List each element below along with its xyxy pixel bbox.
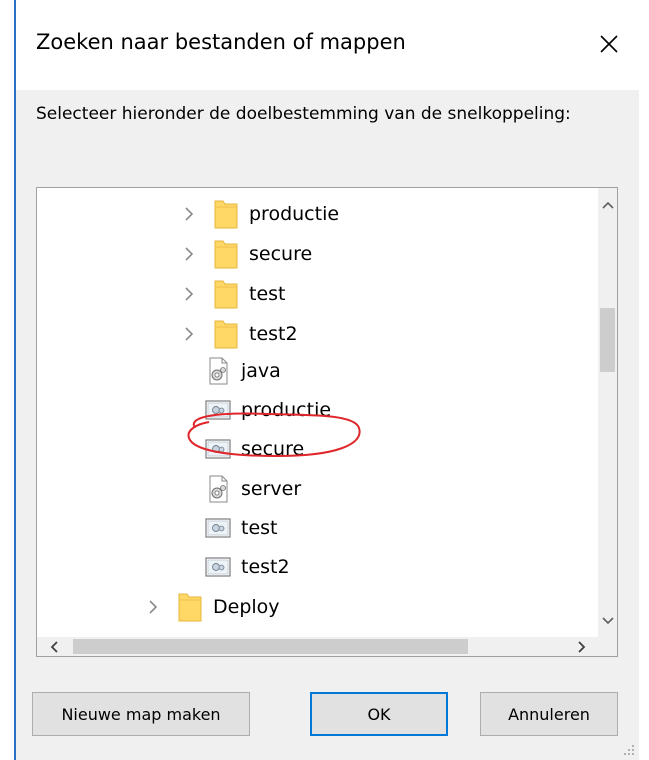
tree-item-label: test2 bbox=[241, 556, 290, 578]
close-button[interactable] bbox=[579, 14, 639, 74]
config-file-icon bbox=[205, 439, 231, 459]
chevron-right-icon bbox=[578, 640, 586, 653]
tree-item[interactable]: secure bbox=[37, 429, 599, 469]
new-folder-button[interactable]: Nieuwe map maken bbox=[32, 692, 250, 736]
chevron-right-icon bbox=[185, 327, 194, 341]
config-file-icon bbox=[205, 557, 231, 577]
tree-item-icon bbox=[203, 550, 233, 584]
tree-item[interactable]: test bbox=[37, 274, 599, 314]
instruction-text: Selecteer hieronder de doelbestemming va… bbox=[36, 104, 571, 124]
vertical-scroll-thumb[interactable] bbox=[600, 308, 615, 372]
expand-toggle[interactable] bbox=[177, 202, 201, 226]
tree-item-label: server bbox=[241, 478, 302, 500]
tree-item[interactable]: secure bbox=[37, 234, 599, 274]
tree-item-label: java bbox=[241, 360, 281, 382]
chevron-right-icon bbox=[149, 600, 158, 614]
chevron-up-icon bbox=[601, 201, 614, 209]
folder-icon bbox=[214, 320, 238, 349]
cancel-button[interactable]: Annuleren bbox=[480, 692, 618, 736]
tree-item-icon bbox=[175, 590, 205, 624]
settings-file-icon bbox=[209, 475, 228, 503]
expand-toggle[interactable] bbox=[141, 595, 165, 619]
vertical-scrollbar[interactable] bbox=[598, 188, 617, 638]
folder-icon bbox=[214, 200, 238, 229]
title-bar: Zoeken naar bestanden of mappen bbox=[16, 0, 639, 90]
horizontal-scrollbar[interactable] bbox=[37, 637, 599, 656]
tree-item-label: test bbox=[241, 517, 278, 539]
scroll-down-button[interactable] bbox=[598, 604, 617, 638]
tree-item[interactable]: server bbox=[37, 469, 599, 509]
ok-button[interactable]: OK bbox=[310, 692, 448, 736]
close-icon bbox=[600, 35, 618, 53]
tree-item-icon bbox=[203, 472, 233, 506]
chevron-right-icon bbox=[185, 247, 194, 261]
tree-item-icon bbox=[203, 511, 233, 545]
tree-item[interactable]: test bbox=[37, 508, 599, 548]
tree-item-icon bbox=[203, 432, 233, 466]
tree-item-label: Deploy bbox=[213, 596, 280, 618]
expand-toggle[interactable] bbox=[177, 322, 201, 346]
tree-item-icon bbox=[211, 317, 241, 351]
scroll-up-button[interactable] bbox=[598, 188, 617, 222]
config-file-icon bbox=[205, 400, 231, 420]
tree-item-icon bbox=[211, 277, 241, 311]
chevron-left-icon bbox=[50, 640, 58, 653]
tree-item[interactable]: test2 bbox=[37, 314, 599, 354]
tree-item-icon bbox=[211, 197, 241, 231]
chevron-down-icon bbox=[601, 617, 614, 625]
tree-rows: productie secure test test2 java productie sec… bbox=[37, 188, 599, 638]
tree-item[interactable]: java bbox=[37, 351, 599, 391]
tree-item-icon bbox=[211, 237, 241, 271]
scroll-right-button[interactable] bbox=[565, 637, 599, 656]
expand-toggle[interactable] bbox=[177, 242, 201, 266]
folder-icon bbox=[214, 280, 238, 309]
chevron-right-icon bbox=[185, 287, 194, 301]
tree-item-label: productie bbox=[249, 203, 340, 225]
folder-icon bbox=[214, 240, 238, 269]
chevron-right-icon bbox=[185, 207, 194, 221]
folder-tree[interactable]: productie secure test test2 java productie sec… bbox=[36, 187, 618, 657]
horizontal-scroll-thumb[interactable] bbox=[73, 639, 468, 654]
config-file-icon bbox=[205, 518, 231, 538]
background-window bbox=[0, 0, 14, 760]
tree-item[interactable]: test2 bbox=[37, 547, 599, 587]
tree-item-label: test bbox=[249, 283, 286, 305]
settings-file-icon bbox=[209, 357, 228, 385]
scroll-left-button[interactable] bbox=[37, 637, 71, 656]
tree-item-label: test2 bbox=[249, 323, 298, 345]
tree-item[interactable]: productie bbox=[37, 194, 599, 234]
dialog-title: Zoeken naar bestanden of mappen bbox=[36, 30, 406, 54]
tree-item-label: secure bbox=[241, 438, 305, 460]
folder-icon bbox=[178, 593, 202, 622]
resize-grip-icon[interactable] bbox=[622, 743, 636, 757]
tree-item-label: productie bbox=[241, 399, 332, 421]
tree-item[interactable]: Deploy bbox=[37, 587, 599, 627]
tree-item-label: secure bbox=[249, 243, 313, 265]
scrollbar-corner bbox=[598, 637, 617, 656]
tree-item-icon bbox=[203, 393, 233, 427]
tree-item-icon bbox=[203, 354, 233, 388]
browse-dialog: Zoeken naar bestanden of mappen Selectee… bbox=[16, 0, 639, 760]
tree-item[interactable]: productie bbox=[37, 390, 599, 430]
expand-toggle[interactable] bbox=[177, 282, 201, 306]
